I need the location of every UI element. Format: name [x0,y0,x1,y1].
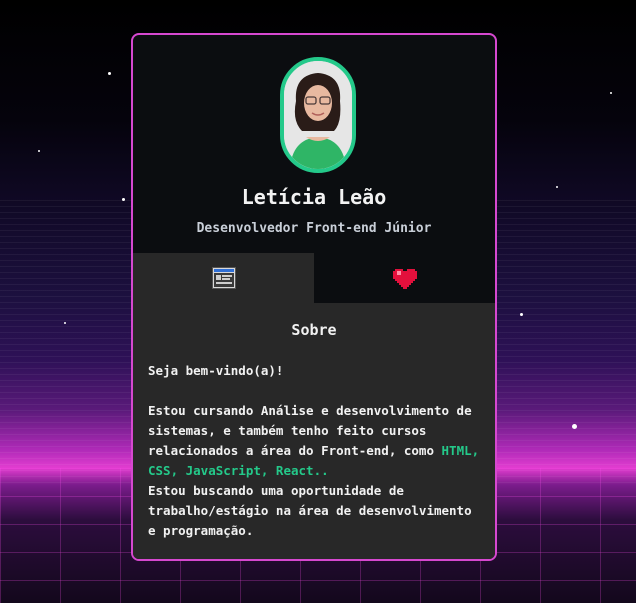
star [520,313,523,316]
about-title: Sobre [291,321,337,339]
profile-role: Desenvolvedor Front-end Júnior [196,221,432,236]
star [572,424,577,429]
star [610,92,612,94]
tab-about[interactable] [133,253,314,303]
avatar-photo [284,61,352,169]
about-paragraph: Estou cursando Análise e desenvolvimento… [148,403,472,458]
about-goal: Estou buscando uma oportunidade de traba… [148,483,472,538]
star [122,198,125,201]
about-text: Seja bem-vindo(a)! Estou cursando Anális… [148,361,480,541]
profile-card-icon [211,267,236,289]
about-panel: Sobre Seja bem-vindo(a)! Estou cursando … [133,303,495,559]
tab-interests[interactable] [314,253,495,303]
avatar [280,57,356,173]
heart-icon [392,269,417,289]
star [38,150,40,152]
tab-bar [133,253,495,303]
star [108,72,111,75]
star [556,186,558,188]
profile-name: Letícia Leão [241,185,387,209]
star [64,322,66,324]
about-greeting: Seja bem-vindo(a)! [148,363,284,378]
profile-card: Letícia Leão Desenvolvedor Front-end Jún… [131,33,497,561]
